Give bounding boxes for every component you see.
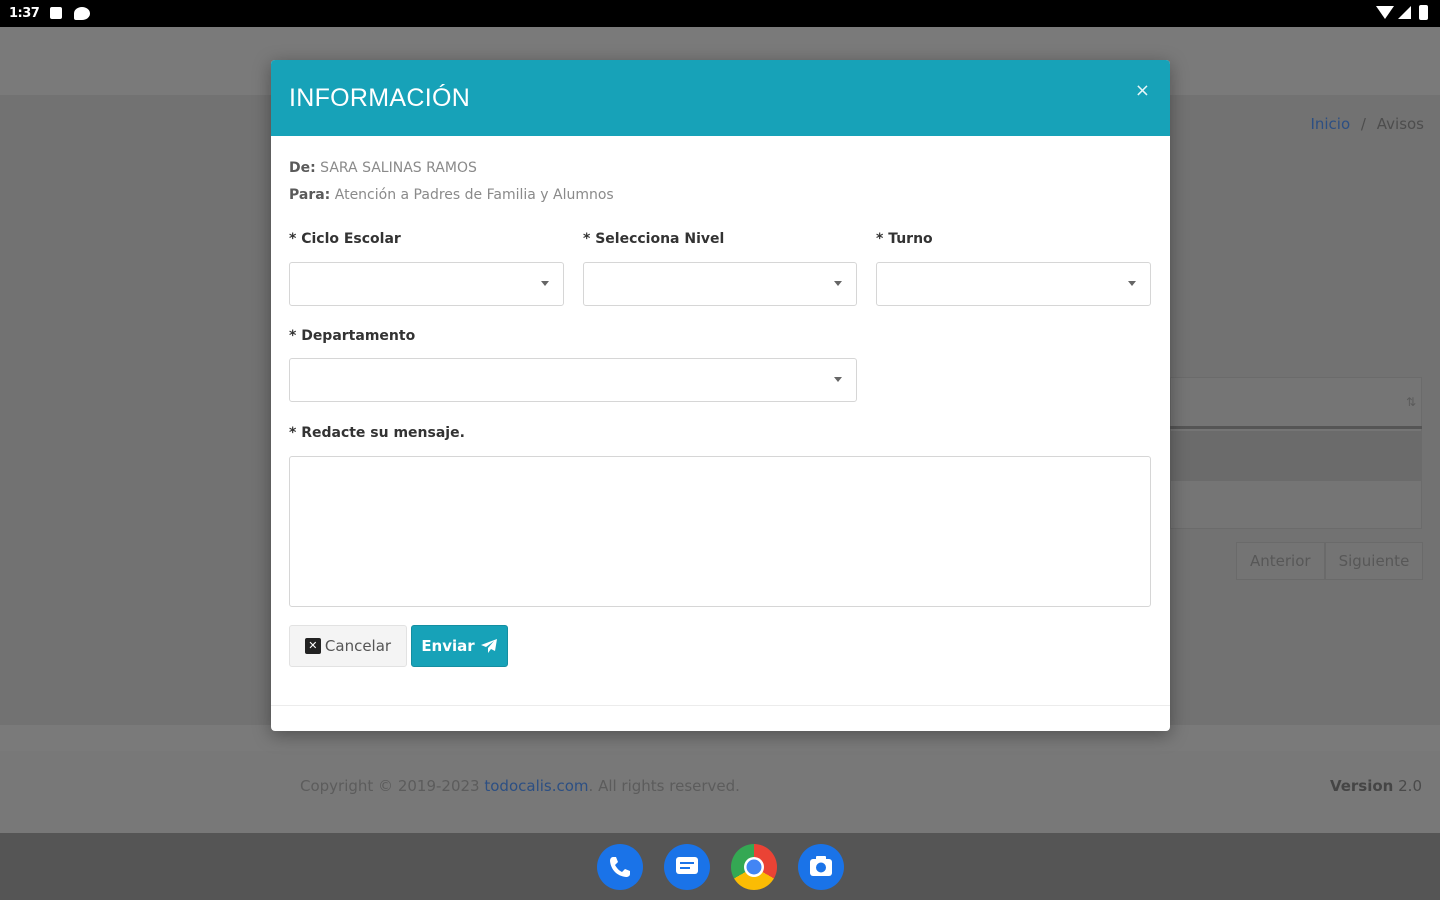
cancel-button-label: Cancelar (324, 637, 392, 655)
pagination: Anterior Siguiente (1236, 542, 1424, 580)
chevron-down-icon (834, 281, 842, 286)
copyright-prefix: Copyright © 2019-2023 (300, 777, 480, 795)
copyright-suffix: . All rights reserved. (588, 777, 740, 795)
chat-notification-icon (74, 7, 90, 20)
status-time: 1:37 (9, 6, 40, 21)
turno-label: * Turno (876, 231, 933, 247)
breadcrumb-separator: / (1360, 115, 1366, 133)
paper-plane-icon (480, 639, 497, 653)
version-value: 2.0 (1398, 777, 1422, 795)
chevron-down-icon (1128, 281, 1136, 286)
nivel-select[interactable] (583, 262, 857, 306)
close-box-icon: ✕ (304, 638, 321, 654)
signal-icon (1398, 6, 1411, 19)
chevron-down-icon (541, 281, 549, 286)
background-card-header (1170, 377, 1422, 429)
cancel-button[interactable]: ✕ Cancelar (289, 625, 407, 667)
close-icon[interactable]: × (1135, 80, 1150, 101)
version: Version 2.0 (1330, 777, 1422, 795)
version-label: Version (1329, 777, 1394, 795)
chrome-icon[interactable] (731, 844, 777, 890)
breadcrumb-current: Avisos (1376, 115, 1424, 133)
taskbar (0, 833, 1440, 900)
departamento-select[interactable] (289, 358, 857, 402)
nivel-label: * Selecciona Nivel (583, 231, 725, 247)
mensaje-label: * Redacte su mensaje. (289, 425, 465, 441)
turno-select[interactable] (876, 262, 1151, 306)
sort-icon: ⇅ (1405, 395, 1416, 409)
from-value: SARA SALINAS RAMOS (320, 160, 477, 176)
status-indicators (1376, 5, 1428, 20)
ciclo-escolar-select[interactable] (289, 262, 564, 306)
modal-header: INFORMACIÓN × (271, 60, 1170, 136)
camera-icon[interactable] (798, 844, 844, 890)
pager-prev-button[interactable]: Anterior (1236, 542, 1325, 580)
copyright: Copyright © 2019-2023 todocalis.com. All… (300, 777, 740, 795)
battery-icon (1419, 5, 1428, 20)
breadcrumb: Inicio / Avisos (1310, 115, 1424, 133)
send-button[interactable]: Enviar (411, 625, 508, 667)
phone-icon[interactable] (597, 844, 643, 890)
status-bar: 1:37 (0, 0, 1440, 27)
copyright-link[interactable]: todocalis.com (484, 777, 588, 795)
pager-next-button[interactable]: Siguiente (1324, 542, 1424, 580)
departamento-label: * Departamento (289, 328, 416, 344)
to-label: Para: (289, 187, 331, 203)
send-button-label: Enviar (421, 637, 475, 655)
to-line: Para: Atención a Padres de Familia y Alu… (289, 187, 614, 203)
ciclo-escolar-label: * Ciclo Escolar (289, 231, 401, 247)
background-card-row (1170, 431, 1422, 481)
information-modal: INFORMACIÓN × De: SARA SALINAS RAMOS Par… (271, 60, 1170, 731)
to-value: Atención a Padres de Familia y Alumnos (334, 187, 614, 203)
modal-title: INFORMACIÓN (289, 84, 471, 112)
breadcrumb-home-link[interactable]: Inicio (1310, 115, 1350, 133)
chevron-down-icon (834, 377, 842, 382)
message-textarea[interactable] (289, 456, 1151, 607)
wifi-icon (1376, 6, 1394, 19)
modal-footer-divider (271, 705, 1170, 706)
from-label: De: (289, 160, 316, 176)
from-line: De: SARA SALINAS RAMOS (289, 160, 477, 176)
messages-icon[interactable] (664, 844, 710, 890)
notification-icon (50, 7, 62, 19)
